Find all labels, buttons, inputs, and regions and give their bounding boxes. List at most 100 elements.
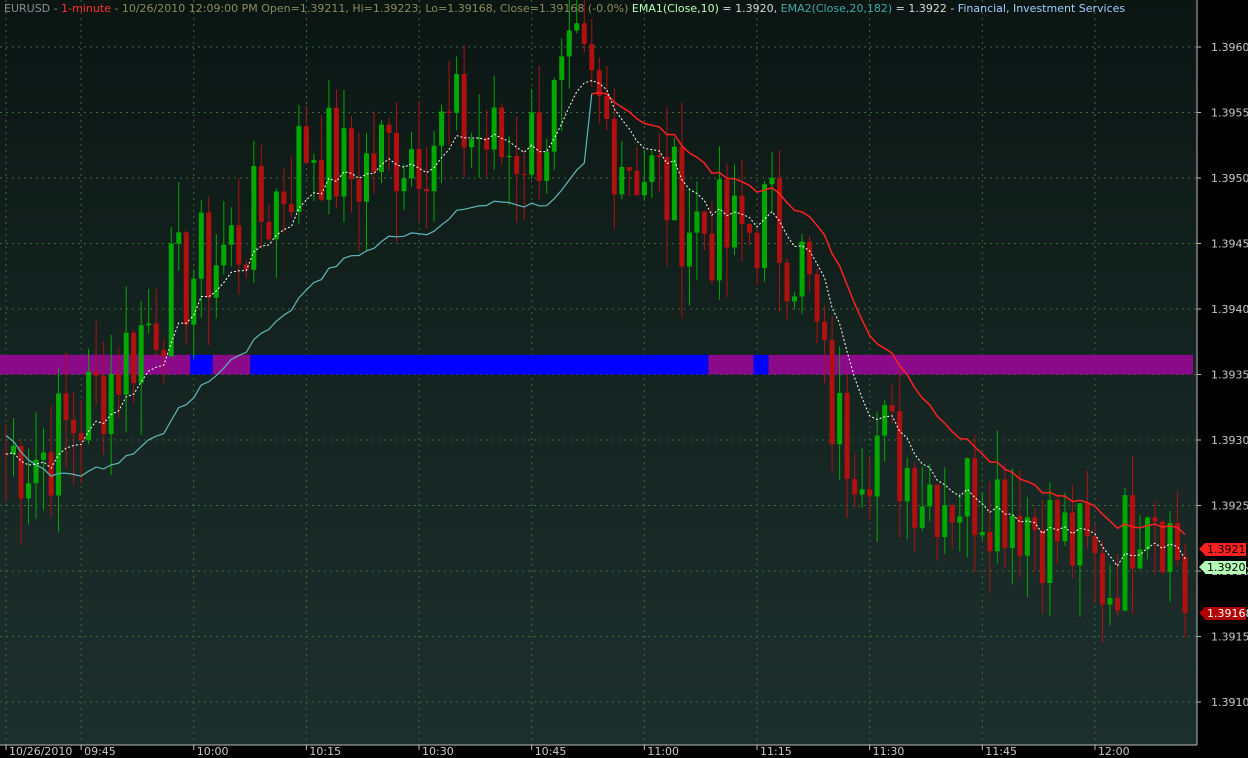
- candle-body: [431, 145, 437, 192]
- candle-body: [93, 371, 99, 376]
- symbol-label: EURUSD: [4, 2, 51, 15]
- candle-body: [78, 433, 84, 441]
- candle-body: [1024, 517, 1030, 556]
- candle-body: [221, 244, 227, 266]
- candle-body: [1145, 517, 1151, 550]
- candle-body: [424, 188, 430, 192]
- candle-body: [874, 435, 880, 497]
- x-tick-label: 11:45: [985, 745, 1017, 758]
- candle-body: [559, 56, 565, 81]
- candle-body: [679, 146, 685, 267]
- price-tag: 1.39203: [1199, 561, 1248, 575]
- ema2-label: EMA2(Close,20,182): [780, 2, 893, 15]
- candle-body: [529, 112, 535, 175]
- candle-body: [867, 489, 873, 497]
- candle-body: [499, 107, 505, 158]
- candle-body: [671, 146, 677, 221]
- price-tag: 1.39217: [1199, 542, 1248, 556]
- candle-body: [1099, 553, 1105, 605]
- candle-body: [379, 124, 384, 172]
- candle-body: [131, 332, 137, 384]
- candle-body: [333, 107, 339, 197]
- candle-body: [641, 182, 647, 196]
- candle-body: [506, 155, 512, 158]
- candle-body: [146, 323, 152, 326]
- y-tick-label: 1.3915: [1211, 631, 1248, 644]
- candle-body: [341, 128, 347, 197]
- candle-body: [1122, 495, 1128, 611]
- candle-body: [1054, 500, 1060, 542]
- candle-body: [904, 467, 910, 502]
- candle-body: [1182, 556, 1188, 613]
- candle-body: [461, 73, 467, 148]
- x-tick-label: 11:30: [873, 745, 905, 758]
- candle-body: [994, 479, 1000, 552]
- candle-body: [1114, 598, 1120, 611]
- candle-body: [41, 452, 47, 460]
- candle-body: [619, 167, 625, 195]
- candle-body: [604, 95, 610, 119]
- candle-body: [228, 225, 234, 245]
- band-purple: [0, 354, 191, 375]
- price-chart: 1.3960 1.3955 1.3950 1.3945 1.3940 1.3935 1.39…: [0, 0, 1248, 758]
- candle-body: [536, 112, 542, 181]
- x-tick-label: 09:45: [84, 745, 116, 758]
- candle-body: [1107, 598, 1113, 605]
- candle-body: [101, 375, 107, 435]
- candle-body: [649, 155, 655, 183]
- candle-body: [987, 531, 993, 552]
- candle-body: [837, 392, 843, 445]
- candle-body: [326, 107, 332, 200]
- candle-body: [371, 153, 377, 172]
- candle-body: [919, 506, 925, 528]
- x-tick-label: 11:15: [760, 745, 792, 758]
- candle-body: [949, 505, 955, 523]
- candle-body: [108, 373, 114, 435]
- candle-body: [26, 483, 32, 499]
- candle-body: [491, 107, 497, 150]
- candle-body: [311, 160, 317, 163]
- candle-body: [521, 174, 527, 176]
- candle-body: [551, 80, 557, 152]
- ema1-line: [5, 80, 1186, 568]
- candle-body: [634, 170, 640, 196]
- candle-body: [1039, 529, 1045, 584]
- candle-body: [266, 221, 272, 240]
- candle-body: [611, 118, 617, 195]
- candle-body: [1130, 495, 1135, 569]
- candle-body: [664, 157, 670, 221]
- candle-body: [303, 126, 309, 163]
- candle-body: [656, 155, 662, 158]
- chart-header: EURUSD - 1-minute - 10/26/2010 12:09:00 …: [4, 2, 1125, 16]
- candle-body: [363, 153, 369, 202]
- candle-body: [386, 124, 392, 133]
- x-tick-label: 10/26/2010: [9, 745, 72, 758]
- y-tick-label: 1.3950: [1211, 172, 1248, 185]
- candle-body: [288, 204, 294, 213]
- band-blue: [753, 354, 769, 375]
- candle-body: [401, 178, 407, 192]
- x-tick-label: 10:15: [309, 745, 341, 758]
- candle-body: [138, 325, 144, 384]
- candle-body: [694, 211, 700, 233]
- candle-body: [799, 241, 805, 297]
- y-tick-label: 1.3945: [1211, 238, 1248, 251]
- candle-body: [1077, 503, 1083, 566]
- x-tick-label: 12:00: [1098, 745, 1130, 758]
- candle-body: [469, 139, 475, 148]
- y-tick-label: 1.3935: [1211, 369, 1248, 382]
- candle-body: [206, 212, 212, 298]
- candle-body: [213, 265, 219, 298]
- candle-body: [716, 179, 722, 281]
- separator: -: [50, 2, 62, 15]
- candle-body: [814, 274, 820, 322]
- candle-body: [852, 479, 858, 495]
- candle-body: [739, 195, 745, 225]
- candle-body: [348, 128, 354, 180]
- x-tick-label: 10:45: [535, 745, 567, 758]
- candle-body: [176, 232, 182, 244]
- candle-body: [784, 262, 790, 302]
- candle-body: [934, 484, 940, 538]
- candle-body: [942, 505, 948, 538]
- candle-body: [792, 296, 798, 302]
